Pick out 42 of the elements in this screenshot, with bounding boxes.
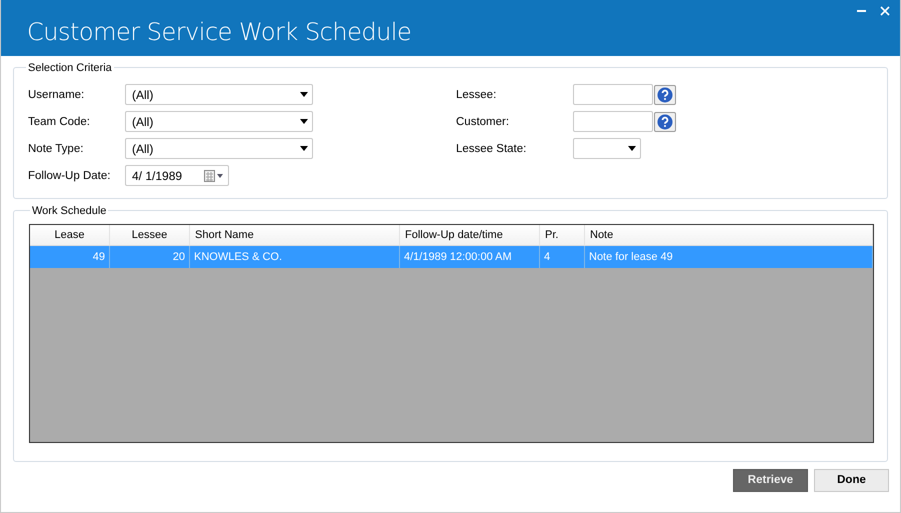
- caret-icon: [300, 92, 308, 98]
- close-icon[interactable]: [880, 6, 890, 16]
- action-button[interactable]: Done: [814, 468, 889, 492]
- table-cell: 20: [110, 246, 190, 268]
- calendar-icon: [204, 170, 224, 182]
- caret-icon: [300, 146, 308, 152]
- text-field[interactable]: [573, 111, 653, 132]
- field-label: Note Type:: [28, 142, 84, 155]
- table-cell: KNOWLES & CO.: [190, 246, 400, 268]
- date-field[interactable]: 4/ 1/1989: [125, 165, 229, 186]
- table-cell: 4: [540, 246, 585, 268]
- field-label: Lessee State:: [456, 142, 528, 155]
- window-title: Customer Service Work Schedule: [27, 18, 412, 46]
- help-button[interactable]: [654, 112, 676, 132]
- column-header[interactable]: Lease: [30, 224, 110, 246]
- dropdown-field[interactable]: (All): [125, 111, 313, 132]
- dropdown-field[interactable]: (All): [125, 138, 313, 160]
- column-header[interactable]: Pr.: [540, 224, 585, 246]
- field-label: Lessee:: [456, 88, 498, 101]
- help-icon: [657, 86, 673, 103]
- help-button[interactable]: [654, 84, 676, 105]
- action-button[interactable]: Retrieve: [733, 468, 808, 492]
- text-field[interactable]: [573, 84, 653, 106]
- field-label: Team Code:: [28, 116, 92, 128]
- column-header[interactable]: Follow-Up date/time: [400, 224, 540, 246]
- column-header[interactable]: Short Name: [190, 224, 400, 246]
- column-header[interactable]: Lessee: [110, 224, 190, 246]
- minimize-icon[interactable]: [857, 10, 866, 12]
- help-icon: [657, 114, 673, 130]
- dropdown-field[interactable]: [573, 138, 641, 160]
- caret-icon: [628, 146, 636, 152]
- group-title: Selection Criteria: [27, 62, 113, 74]
- group-title: Work Schedule: [31, 204, 108, 217]
- table-cell: 49: [30, 246, 110, 268]
- caret-icon: [300, 119, 308, 124]
- dropdown-field[interactable]: (All): [125, 84, 313, 106]
- column-header[interactable]: Note: [585, 224, 873, 246]
- field-label: Username:: [28, 88, 86, 101]
- field-label: Follow-Up Date:: [28, 170, 112, 182]
- table-cell: Note for lease 49: [585, 246, 873, 268]
- table-cell: 4/1/1989 12:00:00 AM: [400, 246, 540, 268]
- field-label: Customer:: [456, 116, 510, 128]
